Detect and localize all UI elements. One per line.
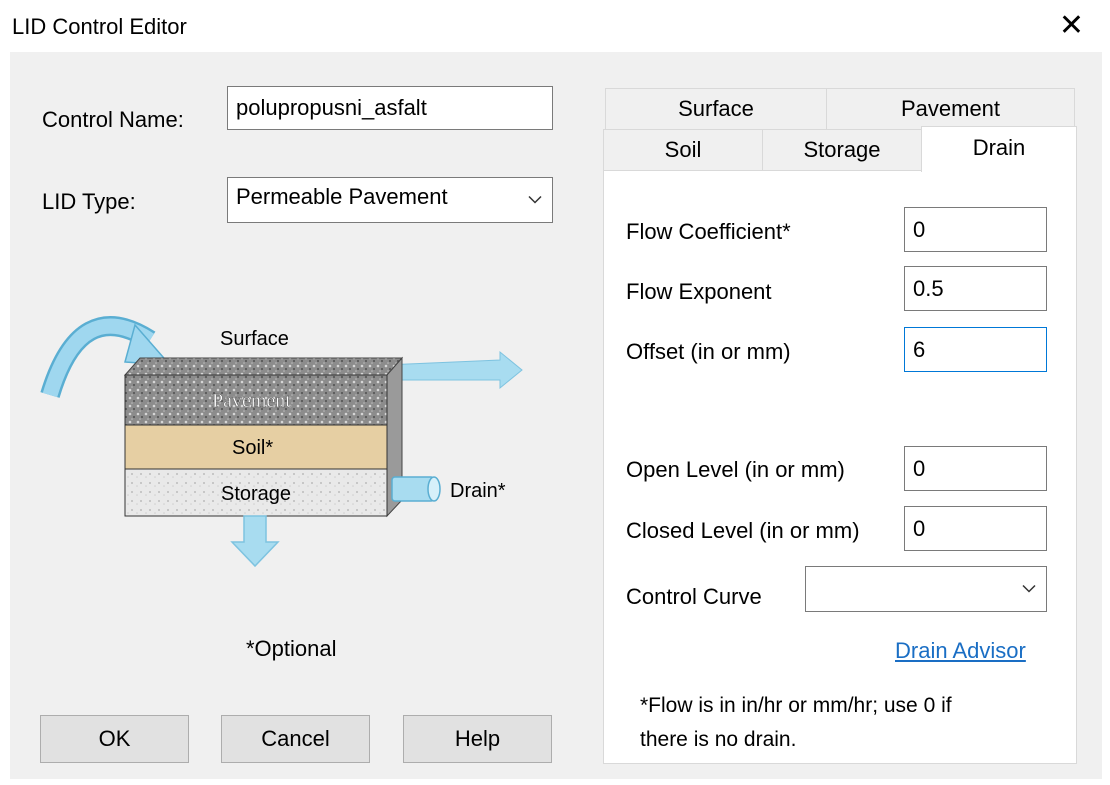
flow-exponent-label: Flow Exponent bbox=[626, 279, 772, 304]
lid-type-value: Permeable Pavement bbox=[236, 184, 448, 209]
control-name-input[interactable] bbox=[227, 86, 553, 130]
tab-surface[interactable]: Surface bbox=[605, 88, 827, 130]
offset-label: Offset (in or mm) bbox=[626, 339, 791, 364]
diagram-soil-label: Soil* bbox=[232, 437, 273, 459]
flow-exponent-input[interactable] bbox=[904, 266, 1047, 311]
diagram-drain-label: Drain* bbox=[450, 480, 506, 502]
diagram-surface-label: Surface bbox=[220, 328, 289, 350]
diagram-pavement-label: Pavement bbox=[212, 390, 291, 412]
lid-type-label: LID Type: bbox=[42, 189, 136, 214]
open-level-label: Open Level (in or mm) bbox=[626, 457, 845, 482]
offset-input[interactable] bbox=[904, 327, 1047, 372]
drain-advisor-link[interactable]: Drain Advisor bbox=[895, 638, 1026, 664]
open-level-input[interactable] bbox=[904, 446, 1047, 491]
outflow-arrow bbox=[384, 350, 523, 390]
optional-note: *Optional bbox=[246, 636, 337, 661]
lid-type-select[interactable]: Permeable Pavement bbox=[227, 177, 553, 223]
control-curve-select[interactable] bbox=[805, 566, 1047, 612]
flow-units-note-line2: there is no drain. bbox=[640, 728, 797, 751]
control-name-label: Control Name: bbox=[42, 107, 184, 132]
tab-drain[interactable]: Drain bbox=[921, 126, 1077, 172]
tab-soil[interactable]: Soil bbox=[603, 129, 763, 171]
flow-units-note-line1: *Flow is in in/hr or mm/hr; use 0 if bbox=[640, 694, 952, 717]
pavement-top-face bbox=[123, 357, 404, 376]
flow-coefficient-input[interactable] bbox=[904, 207, 1047, 252]
ok-button[interactable]: OK bbox=[40, 715, 189, 763]
help-button[interactable]: Help bbox=[403, 715, 552, 763]
lid-diagram: Surface Pavement Soil* Storage Drain* bbox=[40, 316, 523, 568]
closed-level-input[interactable] bbox=[904, 506, 1047, 551]
flow-coefficient-label: Flow Coefficient* bbox=[626, 219, 791, 244]
cancel-button[interactable]: Cancel bbox=[221, 715, 370, 763]
diagram-storage-label: Storage bbox=[221, 483, 291, 505]
exfiltration-arrow bbox=[230, 515, 280, 568]
tab-pavement[interactable]: Pavement bbox=[826, 88, 1075, 130]
tab-storage[interactable]: Storage bbox=[762, 129, 922, 171]
close-icon[interactable]: ✕ bbox=[1059, 8, 1084, 44]
chevron-down-icon bbox=[528, 195, 542, 204]
chevron-down-icon bbox=[1022, 584, 1036, 593]
closed-level-label: Closed Level (in or mm) bbox=[626, 518, 860, 543]
control-curve-label: Control Curve bbox=[626, 584, 762, 609]
window-title: LID Control Editor bbox=[12, 14, 187, 39]
